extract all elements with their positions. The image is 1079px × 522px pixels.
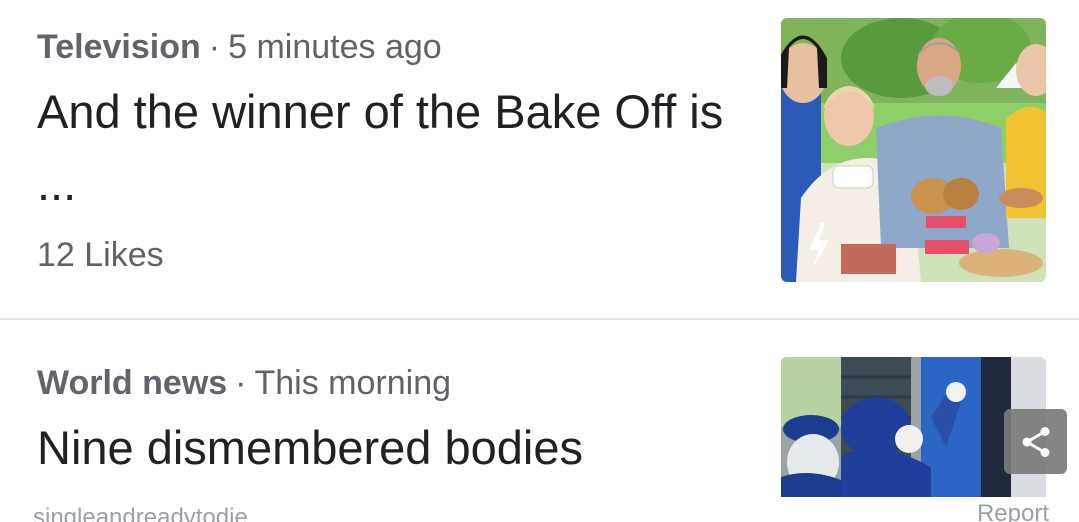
article-source[interactable]: singleandreadytodie <box>33 504 248 522</box>
article-meta: Television · 5 minutes ago <box>37 28 442 67</box>
share-icon <box>1022 426 1049 457</box>
article-category[interactable]: Television <box>37 28 201 66</box>
article-likes[interactable]: 12 Likes <box>37 236 164 275</box>
article-card-television[interactable]: Television · 5 minutes ago And the winner … <box>0 0 1079 318</box>
article-category[interactable]: World news <box>37 364 227 402</box>
article-meta: World news · This morning <box>37 364 451 403</box>
report-link[interactable]: Report <box>977 500 1049 522</box>
article-time: 5 minutes ago <box>228 28 442 66</box>
share-button[interactable] <box>1004 409 1067 474</box>
bake-off-photo <box>781 18 1046 282</box>
article-title[interactable]: And the winner of the Bake Off is ... <box>37 76 737 220</box>
meta-separator: · <box>208 28 221 66</box>
meta-separator: · <box>235 364 247 402</box>
article-thumbnail[interactable] <box>781 18 1046 282</box>
article-card-world-news[interactable]: World news · This morning Nine dismembered… <box>0 320 1079 522</box>
article-time: This morning <box>254 364 452 402</box>
article-title[interactable]: Nine dismembered bodies <box>37 412 737 484</box>
